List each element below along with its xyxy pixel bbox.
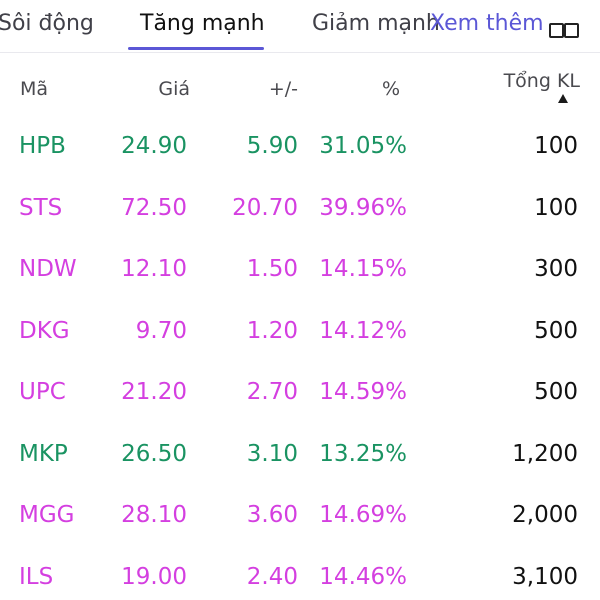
table-row[interactable]: STS 72.50 20.70 39.96% 100 (0, 178, 600, 240)
change-cell: 2.40 (246, 563, 298, 590)
header-price: Giá (158, 78, 190, 100)
percent-cell: 13.25% (319, 440, 407, 467)
header-change: +/- (268, 78, 298, 100)
change-cell: 2.70 (246, 379, 298, 405)
stock-table: HPB 24.90 5.90 31.05% 100 STS 72.50 20.7… (0, 116, 600, 600)
volume-cell: 500 (534, 317, 578, 344)
price-cell: 72.50 (121, 194, 187, 221)
volume-cell: 100 (534, 194, 578, 221)
price-cell: 26.50 (121, 440, 187, 467)
price-cell: 24.90 (121, 133, 187, 159)
table-row[interactable]: DKG 9.70 1.20 14.12% 500 (0, 301, 600, 363)
percent-cell: 39.96% (319, 194, 407, 221)
change-cell: 5.90 (246, 133, 298, 159)
price-cell: 21.20 (121, 379, 187, 405)
table-row[interactable]: NDW 12.10 1.50 14.15% 300 (0, 239, 600, 301)
tab-soi-dong[interactable]: Sôi động (0, 8, 94, 40)
table-header: Mã Giá +/- % Tổng KL (0, 52, 600, 120)
change-cell: 3.10 (246, 440, 298, 467)
change-cell: 1.50 (246, 256, 298, 282)
tab-giam-manh[interactable]: Giảm mạnh (312, 8, 440, 40)
volume-cell: 300 (534, 256, 578, 282)
price-cell: 9.70 (135, 317, 187, 344)
change-cell: 1.20 (246, 317, 298, 344)
volume-cell: 500 (534, 379, 578, 405)
tab-bar: Sôi động Tăng mạnh Giảm mạnh Xem thêm (0, 0, 600, 53)
table-row[interactable]: UPC 21.20 2.70 14.59% 500 (0, 362, 600, 424)
price-cell: 19.00 (121, 563, 187, 590)
percent-cell: 14.46% (319, 563, 407, 590)
table-row[interactable]: ILS 19.00 2.40 14.46% 3,100 (0, 547, 600, 600)
ticker-cell: STS (19, 194, 63, 221)
table-row[interactable]: HPB 24.90 5.90 31.05% 100 (0, 116, 600, 178)
volume-cell: 2,000 (512, 502, 578, 528)
ticker-cell: HPB (19, 133, 66, 159)
percent-cell: 31.05% (319, 133, 407, 159)
percent-cell: 14.15% (319, 256, 407, 282)
ticker-cell: ILS (19, 563, 54, 590)
ticker-cell: NDW (19, 256, 77, 282)
ticker-cell: DKG (19, 317, 70, 344)
header-ticker: Mã (20, 78, 49, 100)
volume-cell: 100 (534, 133, 578, 159)
grid-view-icon[interactable] (549, 21, 579, 39)
ticker-cell: MGG (19, 502, 75, 528)
percent-cell: 14.12% (319, 317, 407, 344)
percent-cell: 14.59% (319, 379, 407, 405)
top-gainers-screen: Sôi động Tăng mạnh Giảm mạnh Xem thêm Mã… (0, 0, 600, 600)
header-total-volume[interactable]: Tổng KL (504, 70, 580, 92)
price-cell: 12.10 (121, 256, 187, 282)
table-row[interactable]: MKP 26.50 3.10 13.25% 1,200 (0, 424, 600, 486)
ticker-cell: UPC (19, 379, 66, 405)
sort-ascending-icon[interactable] (558, 94, 568, 103)
active-tab-indicator (128, 47, 264, 50)
volume-cell: 3,100 (512, 563, 578, 590)
volume-cell: 1,200 (512, 440, 578, 467)
price-cell: 28.10 (121, 502, 187, 528)
change-cell: 3.60 (246, 502, 298, 528)
header-percent: % (381, 78, 400, 100)
table-row[interactable]: MGG 28.10 3.60 14.69% 2,000 (0, 485, 600, 547)
tab-xem-them[interactable]: Xem thêm (430, 8, 544, 40)
percent-cell: 14.69% (319, 502, 407, 528)
tab-tang-manh[interactable]: Tăng mạnh (140, 8, 265, 40)
ticker-cell: MKP (19, 440, 68, 467)
change-cell: 20.70 (232, 194, 298, 221)
